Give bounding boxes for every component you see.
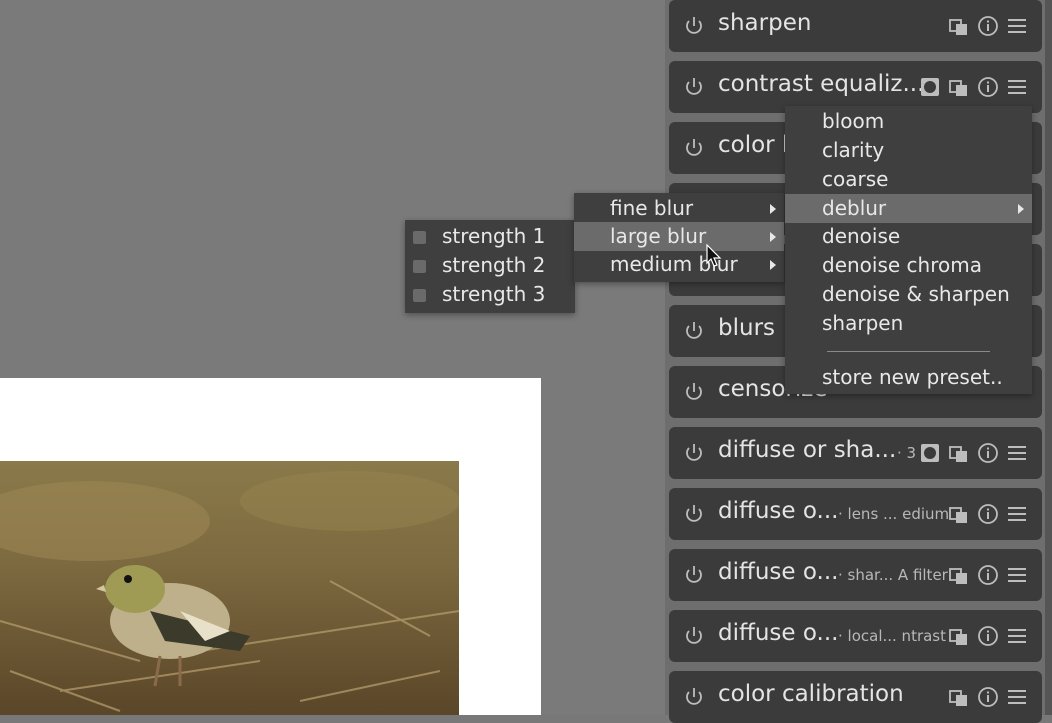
multi-instance-icon[interactable] bbox=[948, 503, 970, 525]
submenu-item-large-blur[interactable]: large blur bbox=[574, 222, 784, 251]
info-icon[interactable] bbox=[977, 686, 999, 708]
info-icon[interactable] bbox=[977, 15, 999, 37]
module-row[interactable]: color calibration bbox=[669, 671, 1042, 723]
chevron-right-icon bbox=[770, 232, 776, 242]
power-icon[interactable] bbox=[683, 686, 705, 708]
strength-submenu: strength 1 strength 2 strength 3 bbox=[405, 220, 575, 313]
store-new-preset[interactable]: store new preset.. bbox=[785, 363, 1032, 392]
submenu-item-strength-2[interactable]: strength 2 bbox=[405, 251, 575, 280]
module-row[interactable]: diffuse o... · local... ntrast bbox=[669, 610, 1042, 662]
checkbox-icon bbox=[413, 231, 426, 244]
module-name: diffuse o... bbox=[718, 559, 839, 585]
module-name: diffuse o... bbox=[718, 498, 839, 524]
submenu-item-medium-blur[interactable]: medium blur bbox=[574, 250, 784, 279]
presets-menu: bloom clarity coarse deblur denoise deno… bbox=[785, 106, 1032, 394]
module-icons bbox=[948, 564, 1028, 586]
multi-instance-icon[interactable] bbox=[948, 625, 970, 647]
info-icon[interactable] bbox=[977, 564, 999, 586]
presets-icon[interactable] bbox=[1006, 686, 1028, 708]
module-name: color l bbox=[718, 132, 789, 158]
info-icon[interactable] bbox=[977, 625, 999, 647]
info-icon[interactable] bbox=[977, 442, 999, 464]
power-icon[interactable] bbox=[683, 381, 705, 403]
submenu-item-strength-1[interactable]: strength 1 bbox=[405, 222, 575, 251]
mask-icon[interactable] bbox=[919, 442, 941, 464]
power-icon[interactable] bbox=[683, 76, 705, 98]
checkbox-icon bbox=[413, 260, 426, 273]
presets-icon[interactable] bbox=[1006, 442, 1028, 464]
module-instance-label: · 3 bbox=[897, 444, 917, 462]
module-name: diffuse o... bbox=[718, 620, 839, 646]
multi-instance-icon[interactable] bbox=[948, 15, 970, 37]
preset-item-bloom[interactable]: bloom bbox=[785, 107, 1032, 136]
power-icon[interactable] bbox=[683, 625, 705, 647]
module-icons bbox=[919, 442, 1028, 464]
presets-icon[interactable] bbox=[1006, 625, 1028, 647]
preset-item-sharpen[interactable]: sharpen bbox=[785, 309, 1032, 338]
multi-instance-icon[interactable] bbox=[948, 76, 970, 98]
presets-icon[interactable] bbox=[1006, 564, 1028, 586]
module-icons bbox=[948, 503, 1028, 525]
power-icon[interactable] bbox=[683, 320, 705, 342]
module-name: contrast equaliz... bbox=[718, 71, 925, 97]
checkbox-icon bbox=[413, 289, 426, 302]
module-icons bbox=[948, 686, 1028, 708]
image-preview[interactable] bbox=[0, 461, 459, 715]
module-icons bbox=[948, 625, 1028, 647]
power-icon[interactable] bbox=[683, 503, 705, 525]
module-name: sharpen bbox=[718, 10, 812, 36]
power-icon[interactable] bbox=[683, 137, 705, 159]
module-instance-label: · lens ... edium bbox=[838, 505, 950, 523]
module-icons bbox=[948, 15, 1028, 37]
info-icon[interactable] bbox=[977, 76, 999, 98]
info-icon[interactable] bbox=[977, 503, 999, 525]
module-row[interactable]: diffuse o... · shar... A filter bbox=[669, 549, 1042, 601]
submenu-item-strength-3[interactable]: strength 3 bbox=[405, 280, 575, 309]
panel-scrollbar[interactable] bbox=[1045, 0, 1052, 715]
chevron-right-icon bbox=[1018, 204, 1024, 214]
deblur-submenu: fine blur large blur medium blur bbox=[574, 193, 784, 282]
preset-item-denoise-chroma[interactable]: denoise chroma bbox=[785, 251, 1032, 280]
presets-icon[interactable] bbox=[1006, 76, 1028, 98]
module-instance-label: · shar... A filter bbox=[838, 566, 948, 584]
preset-item-denoise-sharpen[interactable]: denoise & sharpen bbox=[785, 280, 1032, 309]
module-row[interactable]: diffuse o... · lens ... edium bbox=[669, 488, 1042, 540]
submenu-item-fine-blur[interactable]: fine blur bbox=[574, 194, 784, 223]
mask-icon[interactable] bbox=[919, 76, 941, 98]
preset-item-clarity[interactable]: clarity bbox=[785, 136, 1032, 165]
module-name: color calibration bbox=[718, 681, 904, 707]
multi-instance-icon[interactable] bbox=[948, 686, 970, 708]
presets-icon[interactable] bbox=[1006, 15, 1028, 37]
multi-instance-icon[interactable] bbox=[948, 564, 970, 586]
multi-instance-icon[interactable] bbox=[948, 442, 970, 464]
power-icon[interactable] bbox=[683, 442, 705, 464]
preset-item-coarse[interactable]: coarse bbox=[785, 165, 1032, 194]
preset-item-deblur[interactable]: deblur bbox=[785, 194, 1032, 223]
module-row[interactable]: sharpen bbox=[669, 0, 1042, 52]
chevron-right-icon bbox=[770, 204, 776, 214]
module-icons bbox=[919, 76, 1028, 98]
module-name: diffuse or sha... bbox=[718, 437, 897, 463]
chevron-right-icon bbox=[770, 260, 776, 270]
module-name: blurs bbox=[718, 315, 776, 341]
preset-item-denoise[interactable]: denoise bbox=[785, 222, 1032, 251]
presets-icon[interactable] bbox=[1006, 503, 1028, 525]
mouse-cursor-icon bbox=[706, 244, 722, 267]
module-row[interactable]: diffuse or sha... · 3 bbox=[669, 427, 1042, 479]
menu-separator bbox=[827, 351, 990, 352]
power-icon[interactable] bbox=[683, 564, 705, 586]
module-instance-label: · local... ntrast bbox=[838, 627, 947, 645]
power-icon[interactable] bbox=[683, 15, 705, 37]
